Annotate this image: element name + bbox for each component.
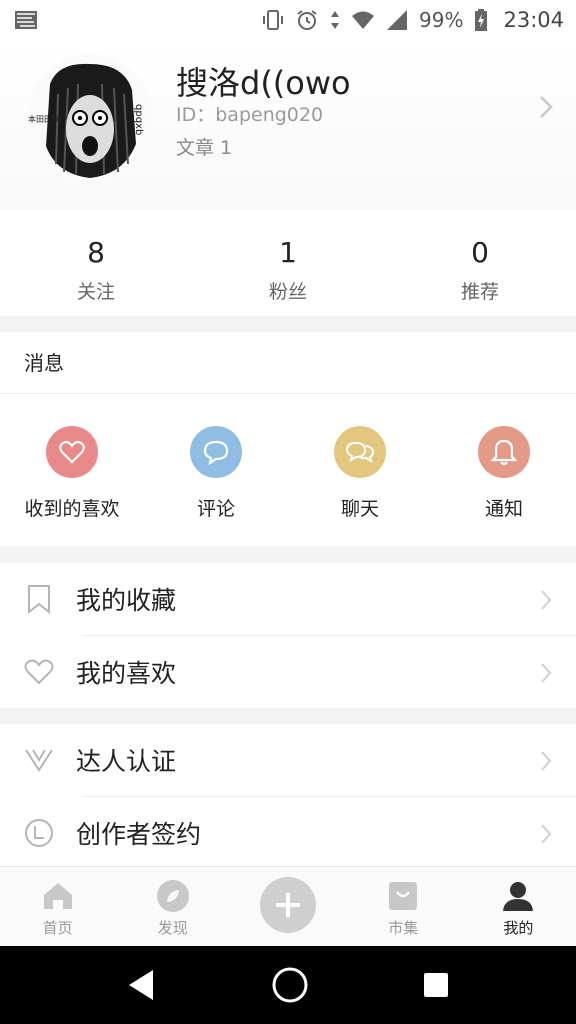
messages-title: 消息 xyxy=(0,332,576,394)
menu-item-creator-contract[interactable]: 创作者签约 xyxy=(0,797,576,869)
profile-icon xyxy=(501,879,535,913)
menu-group-collections: 我的收藏 我的喜欢 xyxy=(0,563,576,708)
nav-home[interactable]: 首页 xyxy=(0,867,115,946)
nav-market[interactable]: 市集 xyxy=(346,867,461,946)
profile-id: ID：bapeng020 xyxy=(176,104,324,126)
recommend-label: 推荐 xyxy=(460,281,499,303)
likes-label: 我的喜欢 xyxy=(76,659,177,688)
verification-label: 达人认证 xyxy=(76,747,177,776)
nav-mine-label: 我的 xyxy=(503,919,534,937)
bookmark-icon xyxy=(24,584,54,614)
stats-bar: 8 关注 1 粉丝 0 推荐 xyxy=(0,210,576,316)
chevron-right-icon xyxy=(541,824,552,844)
clock: 23:04 xyxy=(503,8,564,32)
bell-icon xyxy=(478,426,530,478)
shop-bag-icon xyxy=(386,879,420,913)
stat-following[interactable]: 8 关注 xyxy=(0,210,192,316)
system-nav-bar xyxy=(0,946,576,1024)
back-icon[interactable] xyxy=(127,968,157,1002)
heart-outline-icon xyxy=(24,657,54,687)
stat-recommend[interactable]: 0 推荐 xyxy=(384,210,576,316)
following-count: 8 xyxy=(87,236,105,269)
menu-group-creator: 达人认证 创作者签约 xyxy=(0,724,576,869)
v-badge-icon xyxy=(24,745,54,775)
msg-comments-label: 评论 xyxy=(196,498,235,520)
profile-header[interactable]: 本田田學!? qpqxb 搜洛d((owo ID：bapeng020 文章 1 xyxy=(0,40,576,210)
chevron-right-icon xyxy=(541,590,552,610)
heart-icon xyxy=(46,426,98,478)
msg-notifications[interactable]: 通知 xyxy=(432,394,576,546)
avatar[interactable]: 本田田學!? qpqxb xyxy=(28,54,152,184)
creator-contract-label: 创作者签约 xyxy=(76,820,202,849)
wifi-icon xyxy=(352,11,375,29)
svg-text:本田田學!?: 本田田學!? xyxy=(28,114,67,124)
comment-icon xyxy=(190,426,242,478)
messages-section: 消息 收到的喜欢 评论 聊天 通知 xyxy=(0,332,576,546)
app-notification-icon xyxy=(15,11,37,29)
followers-label: 粉丝 xyxy=(268,281,307,303)
battery-icon xyxy=(475,9,488,31)
svg-text:qpqxb: qpqxb xyxy=(133,104,144,135)
chevron-right-icon[interactable] xyxy=(538,94,554,120)
discover-icon xyxy=(156,879,190,913)
avatar-image: 本田田學!? qpqxb xyxy=(28,54,152,184)
menu-item-favorites[interactable]: 我的收藏 xyxy=(0,563,576,635)
battery-percent: 99% xyxy=(419,8,464,32)
home-button-icon[interactable] xyxy=(271,966,309,1004)
nav-discover-label: 发现 xyxy=(157,919,188,937)
stat-followers[interactable]: 1 粉丝 xyxy=(192,210,384,316)
nav-mine[interactable]: 我的 xyxy=(461,867,576,946)
article-count: 文章 1 xyxy=(176,137,233,159)
signal-icon xyxy=(387,10,408,30)
nav-discover[interactable]: 发现 xyxy=(115,867,230,946)
msg-notifications-label: 通知 xyxy=(484,498,523,520)
msg-likes-received[interactable]: 收到的喜欢 xyxy=(0,394,144,546)
nav-market-label: 市集 xyxy=(388,919,419,937)
home-icon xyxy=(41,879,75,913)
bottom-nav: 首页 发现 市集 我的 xyxy=(0,866,576,946)
status-bar: 99% 23:04 xyxy=(0,0,576,40)
msg-comments[interactable]: 评论 xyxy=(144,394,288,546)
menu-item-likes[interactable]: 我的喜欢 xyxy=(0,636,576,708)
chat-icon xyxy=(334,426,386,478)
nav-home-label: 首页 xyxy=(42,919,73,937)
nav-add[interactable] xyxy=(230,867,345,946)
recommend-count: 0 xyxy=(471,236,489,269)
msg-chat[interactable]: 聊天 xyxy=(288,394,432,546)
profile-name: 搜洛d((owo xyxy=(176,64,351,102)
contract-icon xyxy=(24,818,54,848)
menu-item-verification[interactable]: 达人认证 xyxy=(0,724,576,796)
recents-icon[interactable] xyxy=(423,972,449,998)
alarm-icon xyxy=(297,10,317,30)
vibrate-icon xyxy=(263,10,284,30)
msg-chat-label: 聊天 xyxy=(340,498,379,520)
chevron-right-icon xyxy=(541,751,552,771)
add-icon xyxy=(260,877,316,933)
following-label: 关注 xyxy=(76,281,115,303)
followers-count: 1 xyxy=(279,236,297,269)
favorites-label: 我的收藏 xyxy=(76,586,177,615)
data-arrows-icon xyxy=(331,11,340,29)
chevron-right-icon xyxy=(541,663,552,683)
msg-likes-label: 收到的喜欢 xyxy=(24,498,120,520)
